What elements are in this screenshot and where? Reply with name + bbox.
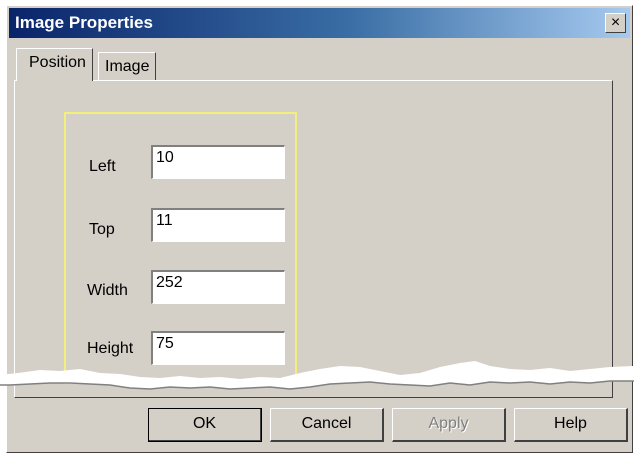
ok-button[interactable]: OK	[148, 408, 262, 442]
close-button[interactable]: ×	[605, 13, 626, 33]
height-label: Height	[87, 340, 134, 357]
tab-position[interactable]: Position	[16, 48, 93, 81]
cancel-button[interactable]: Cancel	[270, 408, 384, 442]
top-label: Top	[89, 221, 115, 238]
left-input[interactable]: 10	[151, 145, 285, 179]
torn-edge-divider	[0, 361, 634, 390]
width-input[interactable]: 252	[151, 270, 285, 304]
left-label: Left	[89, 158, 116, 175]
tab-image[interactable]: Image	[98, 52, 157, 80]
title-bar[interactable]: Image Properties ×	[9, 8, 630, 38]
help-button[interactable]: Help	[514, 408, 628, 442]
window-title: Image Properties	[15, 13, 153, 32]
close-icon: ×	[610, 14, 621, 31]
apply-button[interactable]: Apply	[392, 408, 506, 442]
top-input[interactable]: 11	[151, 208, 285, 242]
width-label: Width	[87, 282, 128, 299]
